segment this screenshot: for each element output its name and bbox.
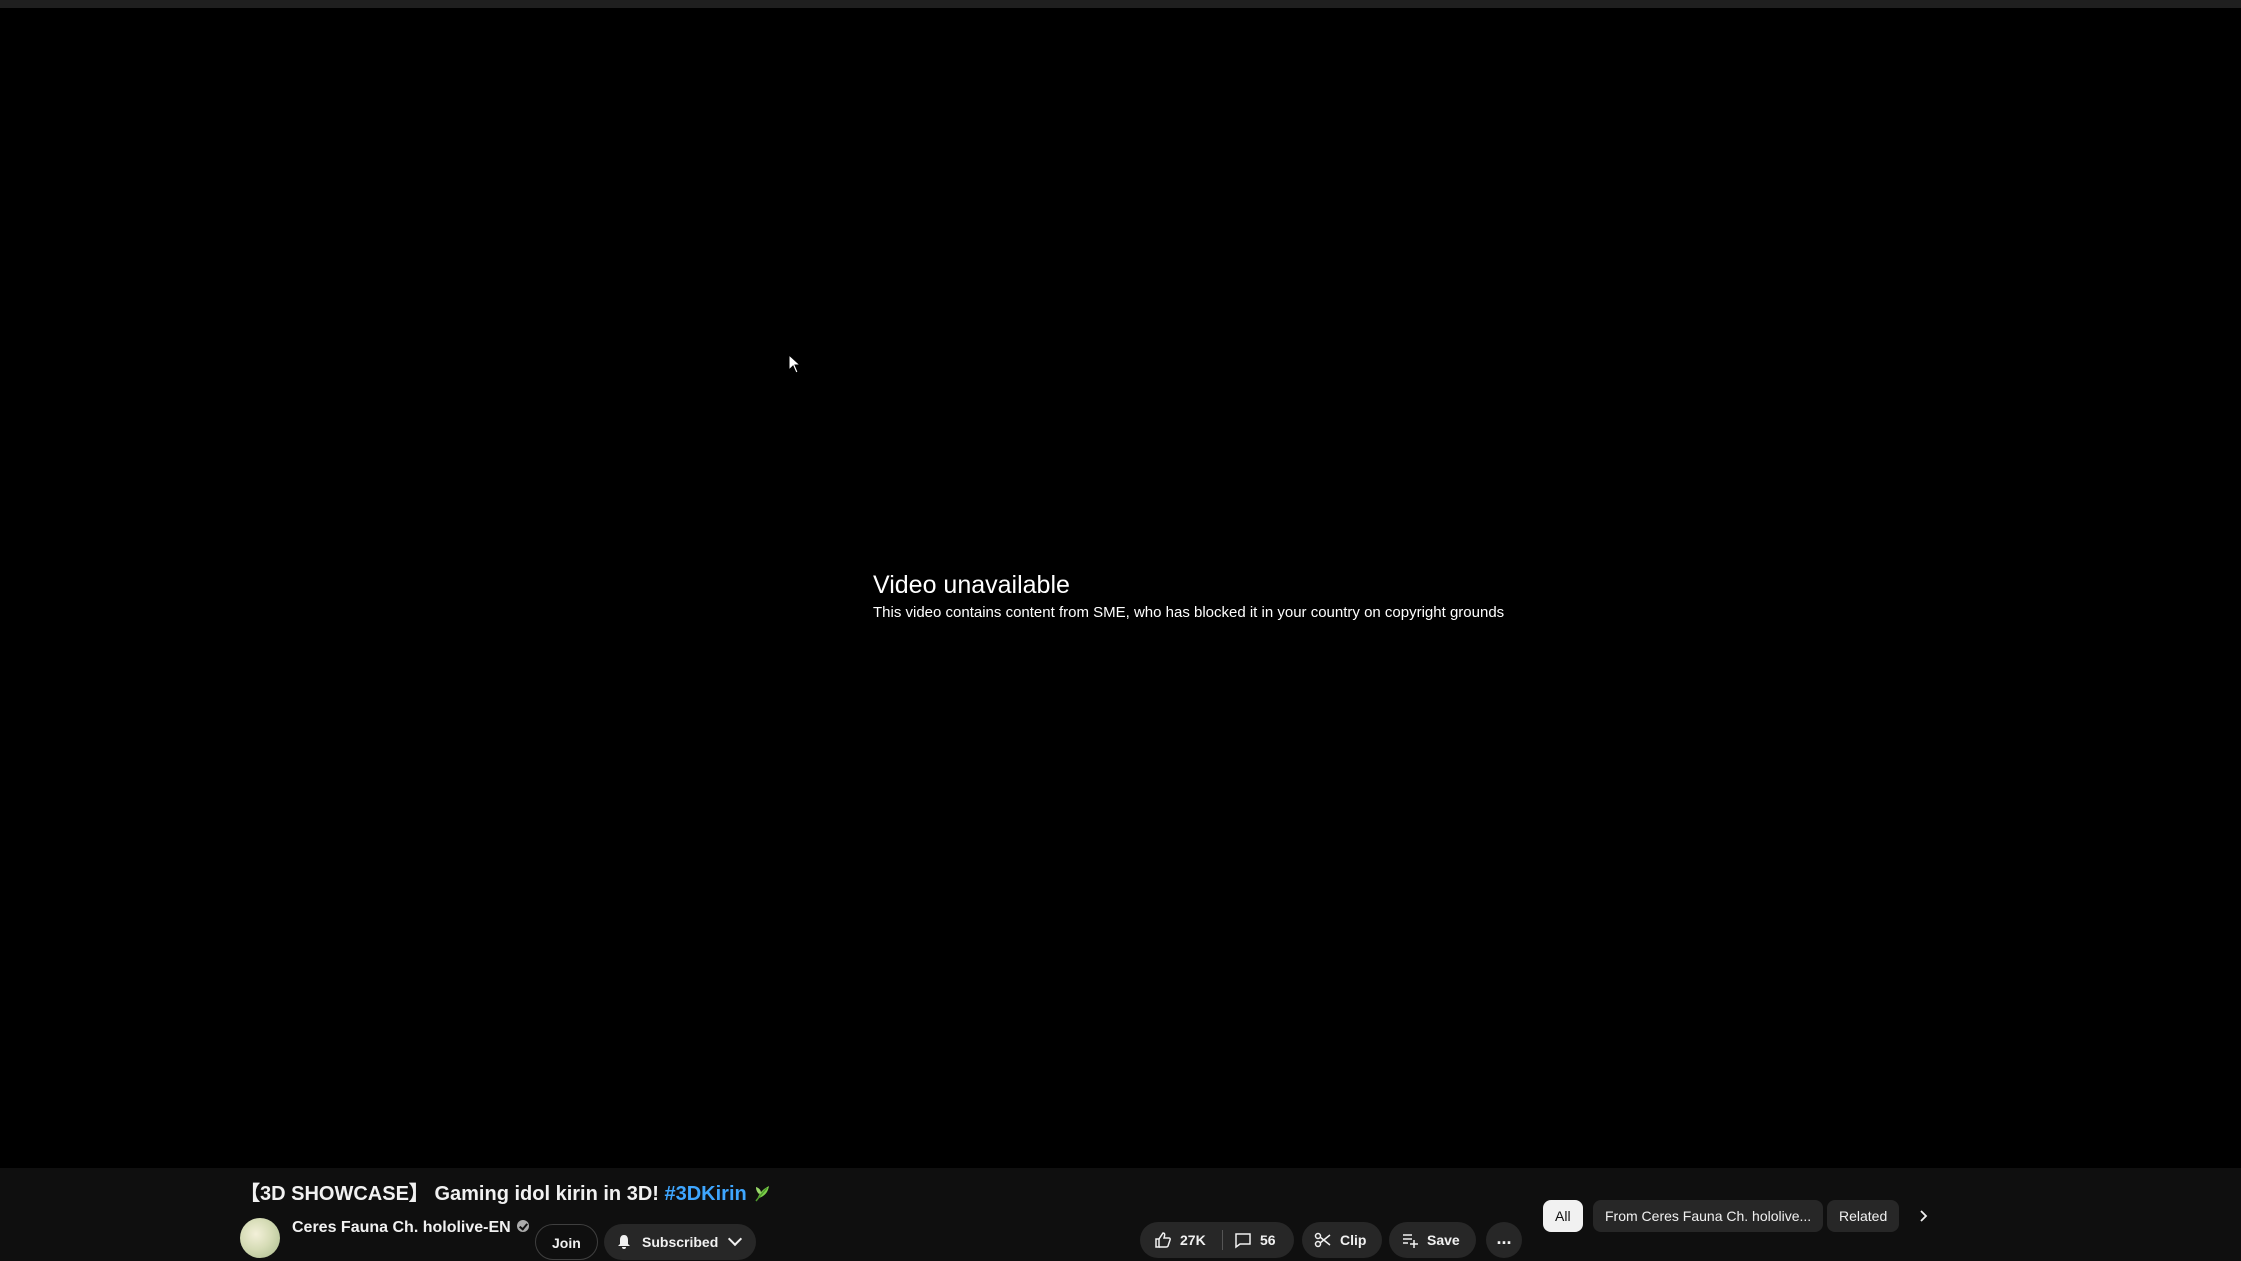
mouse-cursor-icon <box>788 354 802 374</box>
more-actions-button[interactable]: ... <box>1486 1222 1522 1258</box>
playlist-add-icon <box>1403 1234 1418 1248</box>
clip-button[interactable]: Clip <box>1302 1222 1383 1258</box>
clip-label: Clip <box>1340 1232 1367 1248</box>
join-button[interactable]: Join <box>535 1224 598 1260</box>
like-button[interactable]: 27K <box>1154 1222 1206 1258</box>
leaf-icon <box>755 1186 769 1202</box>
thumbs-up-icon <box>1155 1232 1171 1248</box>
channel-name-link[interactable]: Ceres Fauna Ch. hololive-EN <box>292 1219 529 1237</box>
comment-count: 56 <box>1260 1232 1276 1248</box>
hashtag-link[interactable]: #3DKirin <box>664 1183 746 1205</box>
save-button[interactable]: Save <box>1389 1222 1476 1258</box>
channel-name[interactable]: Ceres Fauna Ch. hololive-EN <box>292 1219 511 1236</box>
like-count: 27K <box>1180 1232 1206 1248</box>
top-bar <box>0 0 2241 8</box>
chip-related[interactable]: Related <box>1827 1200 1900 1232</box>
channel-avatar[interactable] <box>240 1218 280 1258</box>
comment-count-button[interactable]: 56 <box>1234 1222 1276 1258</box>
chip-from-channel[interactable]: From Ceres Fauna Ch. hololive... <box>1593 1200 1824 1232</box>
comment-icon <box>1235 1233 1251 1249</box>
chip-all[interactable]: All <box>1543 1200 1583 1232</box>
subscribed-button[interactable]: Subscribed <box>604 1224 757 1260</box>
player-error: Video unavailable This video contains co… <box>873 570 1633 623</box>
verified-icon <box>516 1220 529 1232</box>
video-title-text: 【3D SHOWCASE】 Gaming idol kirin in 3D! <box>240 1183 665 1205</box>
video-player[interactable]: Video unavailable This video contains co… <box>0 8 2241 1168</box>
chevron-down-icon <box>728 1231 743 1247</box>
bell-icon <box>618 1235 630 1249</box>
video-title: 【3D SHOWCASE】 Gaming idol kirin in 3D! #… <box>240 1181 773 1207</box>
subscribed-label: Subscribed <box>642 1234 719 1250</box>
error-title: Video unavailable <box>873 571 1070 599</box>
scissors-icon <box>1314 1232 1331 1248</box>
like-divider <box>1222 1230 1223 1250</box>
error-message: This video contains content from SME, wh… <box>873 604 1505 621</box>
like-dislike-group: 27K 56 <box>1140 1222 1294 1258</box>
save-label: Save <box>1427 1232 1460 1248</box>
chevron-right-icon[interactable] <box>1915 1208 1931 1224</box>
